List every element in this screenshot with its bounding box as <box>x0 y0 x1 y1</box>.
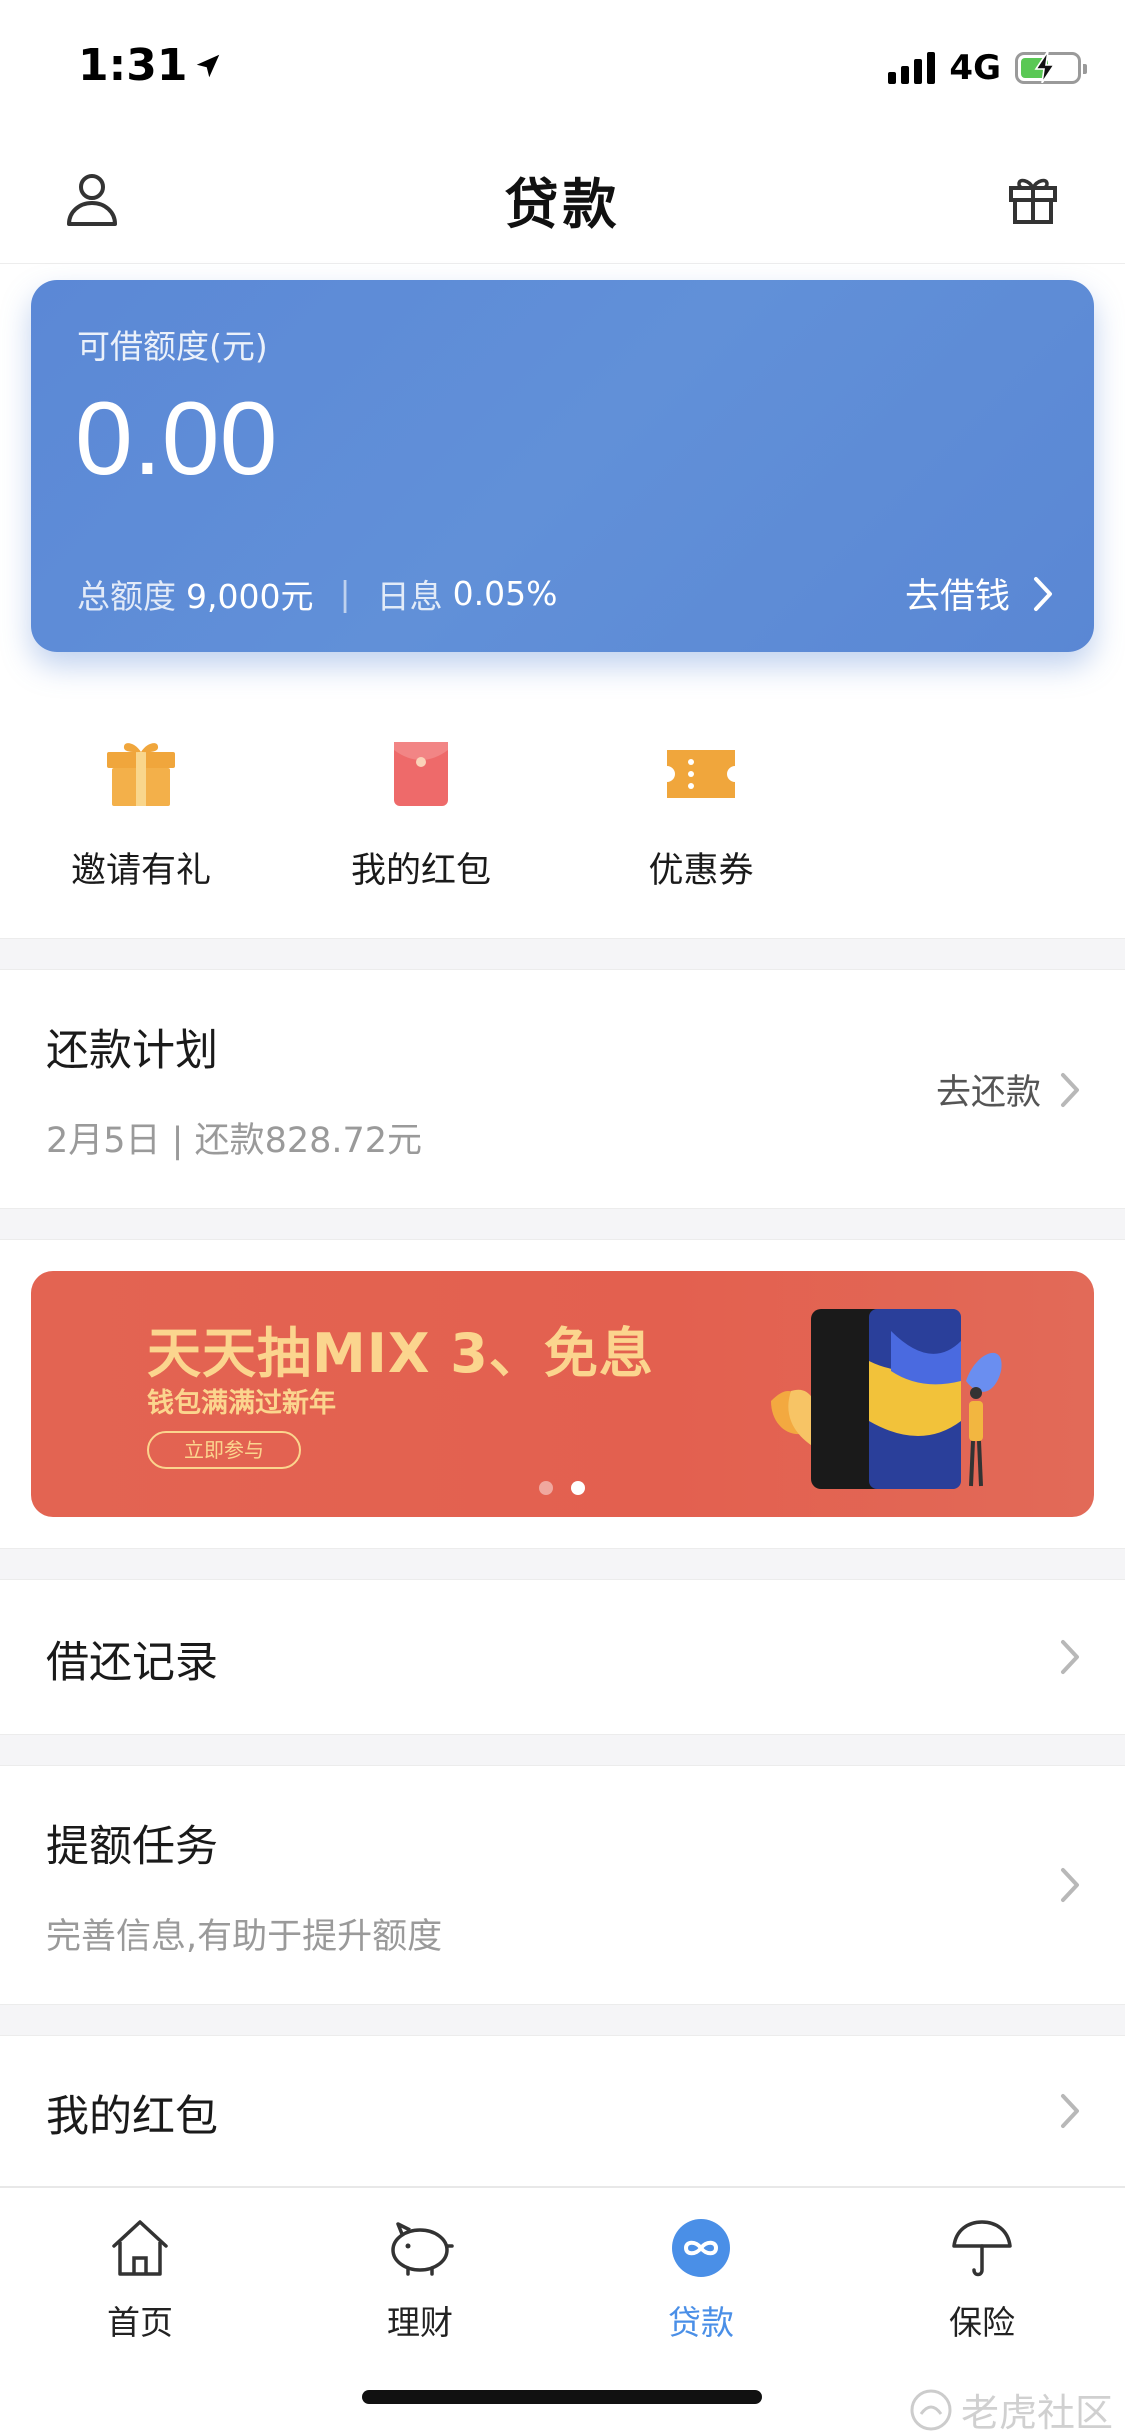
home-icon <box>112 2220 168 2276</box>
nav-bar: 贷款 <box>0 132 1125 264</box>
credit-card-footer: 总额度 9,000元 | 日息 0.05% 去借钱 <box>77 568 1054 619</box>
repayment-plan-row[interactable]: 还款计划 2月5日 | 还款828.72元 去还款 <box>0 970 1125 1208</box>
charging-bolt-icon <box>1034 51 1056 83</box>
tab-insurance[interactable]: 保险 <box>882 2216 1082 2344</box>
status-time-text: 1:31 <box>78 40 188 91</box>
tab-label: 首页 <box>107 2303 173 2342</box>
available-credit-label: 可借额度(元) <box>77 327 268 366</box>
status-bar: 1:31 4G <box>0 0 1125 132</box>
coupon-icon <box>667 750 735 798</box>
signal-icon <box>888 52 936 84</box>
tab-label: 贷款 <box>668 2303 734 2342</box>
shortcut-label: 邀请有礼 <box>70 851 211 891</box>
status-time: 1:31 <box>78 40 223 91</box>
gift-box-icon <box>107 743 175 806</box>
home-indicator[interactable] <box>362 2390 762 2404</box>
promo-banner[interactable]: 天天抽MIX 3、免息 钱包满满过新年 立即参与 <box>31 1271 1094 1517</box>
chevron-right-icon <box>1061 2094 1079 2128</box>
repay-label: 去还款 <box>935 1073 1041 1113</box>
repayment-plan-title: 还款计划 <box>46 1026 218 1076</box>
tasks-subtitle: 完善信息,有助于提升额度 <box>46 1917 443 1957</box>
status-indicators: 4G <box>888 48 1087 88</box>
red-packets-title: 我的红包 <box>46 2092 218 2142</box>
banner-subtitle: 钱包满满过新年 <box>147 1388 336 1419</box>
watermark-text: 老虎社区 <box>960 2391 1113 2435</box>
daily-rate-value: 0.05% <box>452 574 558 613</box>
tab-loan[interactable]: 贷款 <box>601 2216 801 2344</box>
chevron-right-icon <box>1061 1868 1079 1902</box>
tasks-title: 提额任务 <box>46 1822 218 1872</box>
tab-wealth[interactable]: 理财 <box>320 2216 520 2344</box>
credit-limit-card: 可借额度(元) 0.00 总额度 9,000元 | 日息 0.05% 去借钱 <box>31 280 1094 652</box>
tab-label: 理财 <box>387 2303 453 2342</box>
borrow-label: 去借钱 <box>904 577 1010 617</box>
repay-button[interactable]: 去还款 <box>936 1064 1081 1115</box>
total-limit-label: 总额度 <box>77 576 176 616</box>
records-chevron <box>1059 1638 1081 1676</box>
chevron-right-icon <box>1034 576 1052 611</box>
records-row[interactable]: 借还记录 <box>0 1580 1125 1734</box>
gift-icon[interactable] <box>1003 168 1063 228</box>
chevron-right-icon <box>1061 1072 1079 1107</box>
tab-label: 保险 <box>949 2303 1015 2342</box>
shortcut-red-packet[interactable]: 我的红包 <box>311 740 531 893</box>
available-credit-amount: 0.00 <box>75 381 278 497</box>
daily-rate-label: 日息 <box>376 576 443 616</box>
pagination-dot[interactable] <box>539 1481 553 1495</box>
banner-title: 天天抽MIX 3、免息 <box>147 1322 654 1385</box>
section-divider <box>0 938 1125 970</box>
shortcut-invite[interactable]: 邀请有礼 <box>31 740 251 893</box>
red-packets-row[interactable]: 我的红包 <box>0 2036 1125 2186</box>
tab-home[interactable]: 首页 <box>40 2216 240 2344</box>
piggy-bank-icon <box>391 2222 454 2276</box>
borrow-button[interactable]: 去借钱 <box>905 568 1054 619</box>
records-title: 借还记录 <box>46 1638 218 1688</box>
watermark-logo-icon <box>910 2389 952 2430</box>
total-limit-value: 9,000元 <box>186 576 314 616</box>
section-divider <box>0 1734 1125 1766</box>
red-envelope-icon <box>394 742 448 806</box>
umbrella-icon <box>952 2220 1012 2277</box>
shortcut-coupon[interactable]: 优惠券 <box>591 740 811 893</box>
shortcut-label: 优惠券 <box>648 851 754 891</box>
chevron-right-icon <box>1061 1640 1079 1674</box>
tasks-row[interactable]: 提额任务 完善信息,有助于提升额度 <box>0 1766 1125 2004</box>
tasks-chevron <box>1059 1866 1081 1904</box>
repayment-plan-subtitle: 2月5日 | 还款828.72元 <box>46 1121 423 1161</box>
section-divider <box>0 1548 1125 1580</box>
section-divider <box>0 2004 1125 2036</box>
red-packets-chevron <box>1059 2092 1081 2130</box>
shortcut-label: 我的红包 <box>350 851 491 891</box>
battery-icon <box>1015 51 1087 84</box>
section-divider <box>0 1208 1125 1240</box>
loan-icon <box>672 2219 730 2277</box>
banner-pagination <box>539 1481 585 1495</box>
pagination-dot-active[interactable] <box>571 1481 585 1495</box>
banner-join-button[interactable]: 立即参与 <box>147 1431 301 1469</box>
network-label: 4G <box>949 48 1001 88</box>
card-separator: | <box>339 574 351 613</box>
page-title: 贷款 <box>504 173 621 236</box>
phone-illustration <box>771 1309 1002 1489</box>
location-arrow-icon <box>197 54 220 77</box>
watermark: 老虎社区 <box>909 2382 1113 2436</box>
shortcut-grid: 邀请有礼 我的红包 优惠券 <box>0 740 1125 940</box>
